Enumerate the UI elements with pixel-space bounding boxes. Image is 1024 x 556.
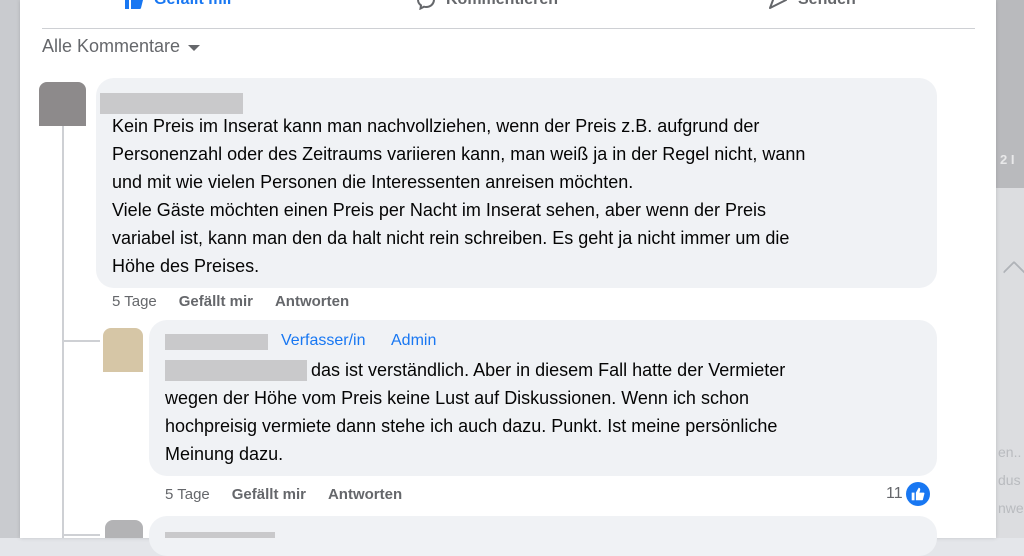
redacted-author-name[interactable] [165,334,268,350]
divider [42,28,975,29]
comment-like-link[interactable]: Gefällt mir [179,293,253,310]
thumbs-up-icon [125,0,143,9]
reaction-summary[interactable]: 11 [886,482,930,506]
avatar[interactable] [105,520,143,538]
comment-button-label: Kommentieren [446,0,558,9]
like-button[interactable]: Gefällt mir [124,0,233,10]
thread-line [62,126,64,538]
send-button[interactable]: Senden [768,0,856,10]
background-text: en.. [998,444,1022,460]
redacted-author-name[interactable] [100,93,243,114]
comment-timestamp[interactable]: 5 Tage [112,293,157,310]
comment-reply-link[interactable]: Antworten [328,486,402,503]
send-icon [769,0,787,9]
caret-down-icon [188,45,201,51]
comment-bubble-icon [417,0,435,10]
comment-filter-label: Alle Kommentare [42,36,181,56]
comment-button[interactable]: Kommentieren [416,0,558,10]
author-badge: Verfasser/in [281,332,366,349]
background-left [0,0,20,538]
thread-line [64,534,100,536]
reply-text-first-line: das ist verständlich. Aber in diesem Fal… [311,360,786,380]
send-button-label: Senden [798,0,856,9]
comments-panel: Gefällt mir Kommentieren Senden Alle Kom… [20,0,996,556]
reply-text: wegen der Höhe vom Preis keine Lust auf … [165,388,778,464]
like-button-label: Gefällt mir [154,0,233,9]
comment-text: Kein Preis im Inserat kann man nachvollz… [112,116,806,276]
avatar[interactable] [103,328,143,372]
background-text: nwe [998,500,1024,516]
comment-timestamp[interactable]: 5 Tage [165,486,210,503]
comment-meta: 5 Tage Gefällt mir Antworten [165,486,402,503]
admin-badge: Admin [391,332,437,349]
comment-reply-link[interactable]: Antworten [275,293,349,310]
comment-meta: 5 Tage Gefällt mir Antworten [112,293,349,310]
background-text-top: 2 I [1000,152,1015,167]
post-action-bar: Gefällt mir Kommentieren Senden [20,0,996,28]
thread-line [64,340,100,342]
avatar[interactable] [39,82,86,126]
redacted-author-name[interactable] [165,532,275,538]
background-right: 2 I en.. dus nwe [996,0,1024,538]
like-reaction-icon [905,482,930,506]
comment-like-link[interactable]: Gefällt mir [232,486,306,503]
redacted-mention[interactable] [165,360,307,381]
background-text: dus [998,472,1021,488]
reaction-count: 11 [886,485,903,502]
comment-filter-dropdown[interactable]: Alle Kommentare [42,36,201,57]
filter-icon [1002,260,1024,284]
